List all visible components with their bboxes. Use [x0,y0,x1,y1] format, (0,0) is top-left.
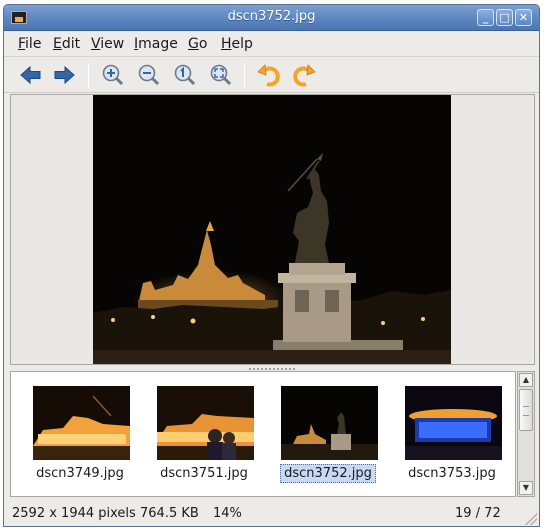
zoom-normal-button[interactable] [172,63,198,87]
forward-arrow-icon [54,65,75,85]
toolbar-separator [88,63,89,88]
rotate-right-button[interactable] [291,63,317,87]
rotate-left-button[interactable] [256,63,282,87]
back-button[interactable] [18,63,44,87]
main-photo[interactable] [93,95,451,364]
scroll-down-icon[interactable]: ▼ [519,481,533,495]
thumbnail-bar: dscn3749.jpg dscn3751.jpg dscn3752.jpg d… [10,371,516,497]
image-dimensions: 2592 x 1944 pixels [12,506,136,521]
thumbnail-label: dscn3751.jpg [160,466,248,481]
thumbnail-image [405,386,502,460]
image-view[interactable] [10,94,535,365]
status-bar: 2592 x 1944 pixels 764.5 KB 14% 19 / 72 [4,499,539,526]
maximize-button[interactable]: □ [496,9,513,26]
minimize-button[interactable]: _ [477,9,494,26]
image-filesize: 764.5 KB [140,506,199,521]
forward-button[interactable] [51,63,77,87]
thumbnail-label: dscn3753.jpg [408,466,496,481]
window-title: dscn3752.jpg [227,9,316,24]
thumbnail-item[interactable]: dscn3751.jpg [149,386,259,496]
thumbnail-scrollbar[interactable]: ▲ ▼ [517,371,535,497]
toolbar [4,56,539,93]
thumbnail-image [33,386,130,460]
zoom-out-icon [138,64,160,86]
menu-help[interactable]: Help [221,36,253,52]
thumbnail-item-selected[interactable]: dscn3752.jpg [273,386,383,496]
scroll-up-icon[interactable]: ▲ [519,373,533,387]
window-resize-grip[interactable] [525,513,537,525]
thumbnail-image [157,386,254,460]
thumbnail-label: dscn3752.jpg [273,464,383,483]
zoom-fit-icon [210,64,232,86]
image-viewer-window: dscn3752.jpg _ □ ✕ File Edit View Image … [3,4,540,527]
menu-go[interactable]: Go [188,36,207,52]
thumbnail-image [281,386,378,460]
zoom-in-button[interactable] [100,63,126,87]
menu-image[interactable]: Image [134,36,178,52]
menu-view[interactable]: View [91,36,124,52]
night-statue-image [93,95,451,364]
thumbnail-item[interactable]: dscn3749.jpg [25,386,135,496]
rotate-right-icon [293,64,316,87]
close-button[interactable]: ✕ [515,9,532,26]
menu-edit[interactable]: Edit [53,36,80,52]
zoom-normal-icon [174,64,196,86]
title-bar[interactable]: dscn3752.jpg _ □ ✕ [4,5,539,31]
thumbnail-item[interactable]: dscn3753.jpg [397,386,507,496]
scroll-thumb[interactable] [519,389,533,431]
rotate-left-icon [257,64,280,87]
menu-file[interactable]: File [18,36,41,52]
zoom-fit-button[interactable] [208,63,234,87]
zoom-in-icon [102,64,124,86]
back-arrow-icon [20,65,41,85]
toolbar-separator [244,63,245,88]
thumbnail-label: dscn3749.jpg [36,466,124,481]
zoom-level: 14% [213,506,242,521]
menu-bar: File Edit View Image Go Help [4,31,539,55]
image-position: 19 / 72 [455,506,501,521]
zoom-out-button[interactable] [136,63,162,87]
